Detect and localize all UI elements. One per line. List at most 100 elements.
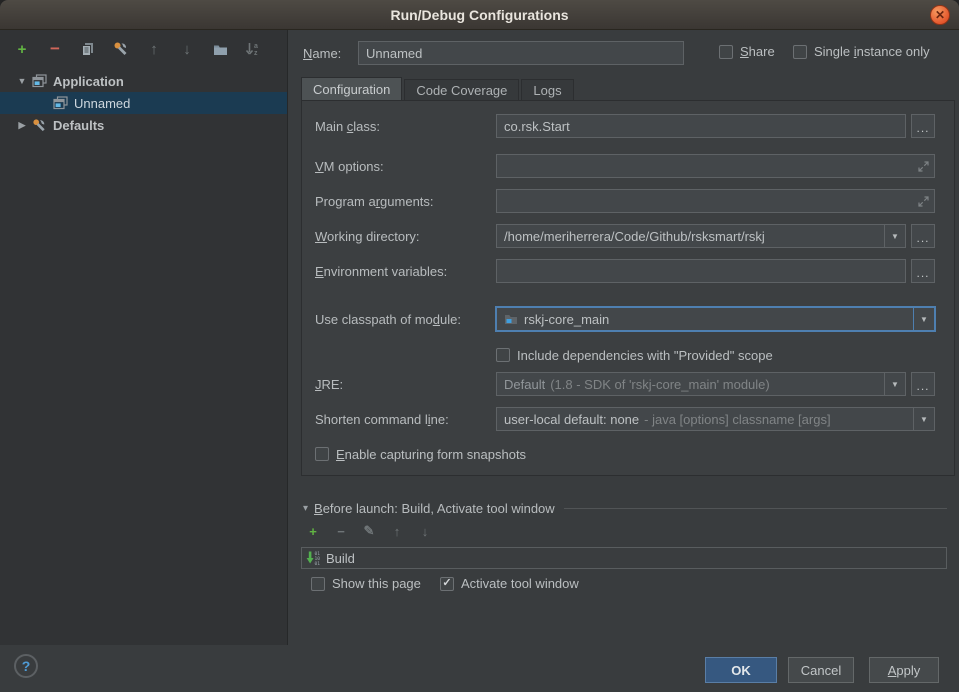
share-checkbox[interactable]	[719, 45, 733, 59]
jre-browse-button[interactable]: ...	[911, 372, 935, 396]
main-class-label: Main class:	[315, 119, 496, 134]
browse-icon: ...	[916, 120, 929, 137]
working-directory-dropdown-button[interactable]: ▼	[884, 225, 905, 247]
shorten-command-line-dropdown-button[interactable]: ▼	[913, 408, 934, 430]
use-classpath-combo[interactable]: rskj-core_main ▼	[496, 307, 935, 331]
arrow-down-icon: ↓	[183, 41, 191, 58]
apply-button[interactable]: Apply	[869, 657, 939, 683]
tree-item-unnamed[interactable]: Unnamed	[0, 92, 287, 114]
environment-variables-field[interactable]	[496, 259, 906, 283]
name-label: Name:	[303, 46, 341, 61]
move-up-button[interactable]: ↑	[146, 41, 162, 57]
cancel-button[interactable]: Cancel	[788, 657, 854, 683]
collapse-section-icon[interactable]: ▾	[303, 503, 308, 514]
single-instance-checkbox-group[interactable]: Single instance only	[793, 44, 930, 59]
environment-variables-browse-button[interactable]: ...	[911, 259, 935, 283]
tree-expanded-icon[interactable]: ▼	[15, 76, 29, 86]
tab-label: Code Coverage	[416, 83, 507, 98]
include-provided-label: Include dependencies with "Provided" sco…	[517, 348, 773, 363]
expand-icon	[918, 161, 929, 172]
module-icon	[504, 313, 518, 325]
tab-code-coverage[interactable]: Code Coverage	[404, 79, 519, 100]
before-launch-task-build[interactable]: 011001 Build	[301, 547, 947, 569]
working-directory-label: Working directory:	[315, 229, 496, 244]
environment-variables-label: Environment variables:	[315, 264, 496, 279]
tree-collapsed-icon[interactable]: ▶	[15, 120, 29, 131]
editor-tabs: Configuration Code Coverage Logs	[301, 77, 576, 100]
show-this-page-checkbox[interactable]	[311, 577, 325, 591]
remove-configuration-button[interactable]: −	[47, 41, 63, 57]
add-task-button[interactable]: +	[306, 524, 320, 538]
chevron-down-icon: ▼	[920, 315, 928, 324]
remove-task-button[interactable]: −	[334, 524, 348, 538]
plus-icon: +	[18, 41, 27, 58]
before-launch-header: ▾ Before launch: Build, Activate tool wi…	[303, 501, 947, 516]
single-instance-checkbox[interactable]	[793, 45, 807, 59]
build-icon: 011001	[306, 550, 322, 566]
edit-defaults-button[interactable]	[113, 41, 129, 57]
tree-item-defaults[interactable]: ▶ Defaults	[0, 114, 287, 136]
jre-dropdown-button[interactable]: ▼	[884, 373, 905, 395]
activate-tool-window-checkbox-group[interactable]: ✓ Activate tool window	[440, 576, 579, 591]
program-arguments-label: Program arguments:	[315, 194, 496, 209]
sort-configurations-button[interactable]: az	[245, 41, 261, 57]
show-this-page-checkbox-group[interactable]: Show this page	[311, 576, 421, 591]
use-classpath-label: Use classpath of module:	[315, 312, 496, 327]
before-launch-toolbar: + − ✎ ↑ ↓	[306, 524, 432, 538]
main-class-field[interactable]: co.rsk.Start	[496, 114, 906, 138]
section-divider	[564, 508, 947, 509]
program-arguments-field[interactable]	[496, 189, 935, 213]
copy-configuration-button[interactable]	[80, 41, 96, 57]
window-titlebar: Run/Debug Configurations ✕	[0, 0, 959, 30]
edit-task-button[interactable]: ✎	[362, 524, 376, 538]
jre-combo[interactable]: Default (1.8 - SDK of 'rskj-core_main' m…	[496, 372, 906, 396]
tab-logs[interactable]: Logs	[521, 79, 573, 100]
cancel-label: Cancel	[801, 663, 841, 678]
tab-label: Configuration	[313, 82, 390, 97]
arrow-up-icon: ↑	[150, 41, 158, 58]
close-button[interactable]: ✕	[930, 5, 950, 25]
close-icon: ✕	[935, 8, 945, 22]
expand-field-button[interactable]	[918, 161, 929, 172]
add-configuration-button[interactable]: +	[14, 41, 30, 57]
help-icon: ?	[22, 658, 31, 674]
share-label: Share	[740, 44, 775, 59]
expand-icon	[918, 196, 929, 207]
expand-field-button[interactable]	[918, 196, 929, 207]
tree-item-label: Defaults	[53, 118, 104, 133]
svg-text:01: 01	[315, 561, 321, 566]
help-button[interactable]: ?	[14, 654, 38, 678]
working-directory-combo[interactable]: /home/meriherrera/Code/Github/rsksmart/r…	[496, 224, 906, 248]
use-classpath-dropdown-button[interactable]: ▼	[913, 308, 934, 330]
configurations-tree: ▼ Application Unnamed ▶ Defaults	[0, 70, 287, 136]
jre-label: JRE:	[315, 377, 496, 392]
include-provided-checkbox-group[interactable]: Include dependencies with "Provided" sco…	[496, 348, 773, 363]
share-checkbox-group[interactable]: Share	[719, 44, 775, 59]
capture-snapshots-checkbox-group[interactable]: Enable capturing form snapshots	[315, 447, 526, 462]
create-folder-button[interactable]	[212, 41, 228, 57]
wrench-icon	[113, 41, 129, 57]
capture-snapshots-checkbox[interactable]	[315, 447, 329, 461]
svg-text:a: a	[254, 43, 258, 50]
vm-options-field[interactable]	[496, 154, 935, 178]
tab-label: Logs	[533, 83, 561, 98]
main-class-browse-button[interactable]: ...	[911, 114, 935, 138]
shorten-command-line-combo[interactable]: user-local default: none - java [options…	[496, 407, 935, 431]
configuration-tab-panel: Main class: co.rsk.Start ... VM options:…	[301, 100, 955, 476]
browse-icon: ...	[916, 230, 929, 247]
name-input[interactable]	[358, 41, 684, 65]
move-task-down-button[interactable]: ↓	[418, 524, 432, 538]
move-down-button[interactable]: ↓	[179, 41, 195, 57]
working-directory-browse-button[interactable]: ...	[911, 224, 935, 248]
dialog-footer: ? OK Cancel Apply	[0, 645, 959, 692]
plus-icon: +	[309, 524, 317, 539]
move-task-up-button[interactable]: ↑	[390, 524, 404, 538]
activate-tool-window-checkbox[interactable]: ✓	[440, 577, 454, 591]
single-instance-label: Single instance only	[814, 44, 930, 59]
ok-button[interactable]: OK	[705, 657, 777, 683]
include-provided-checkbox[interactable]	[496, 348, 510, 362]
tab-configuration[interactable]: Configuration	[301, 77, 402, 100]
activate-tool-window-label: Activate tool window	[461, 576, 579, 591]
tree-item-application[interactable]: ▼ Application	[0, 70, 287, 92]
browse-icon: ...	[916, 265, 929, 282]
